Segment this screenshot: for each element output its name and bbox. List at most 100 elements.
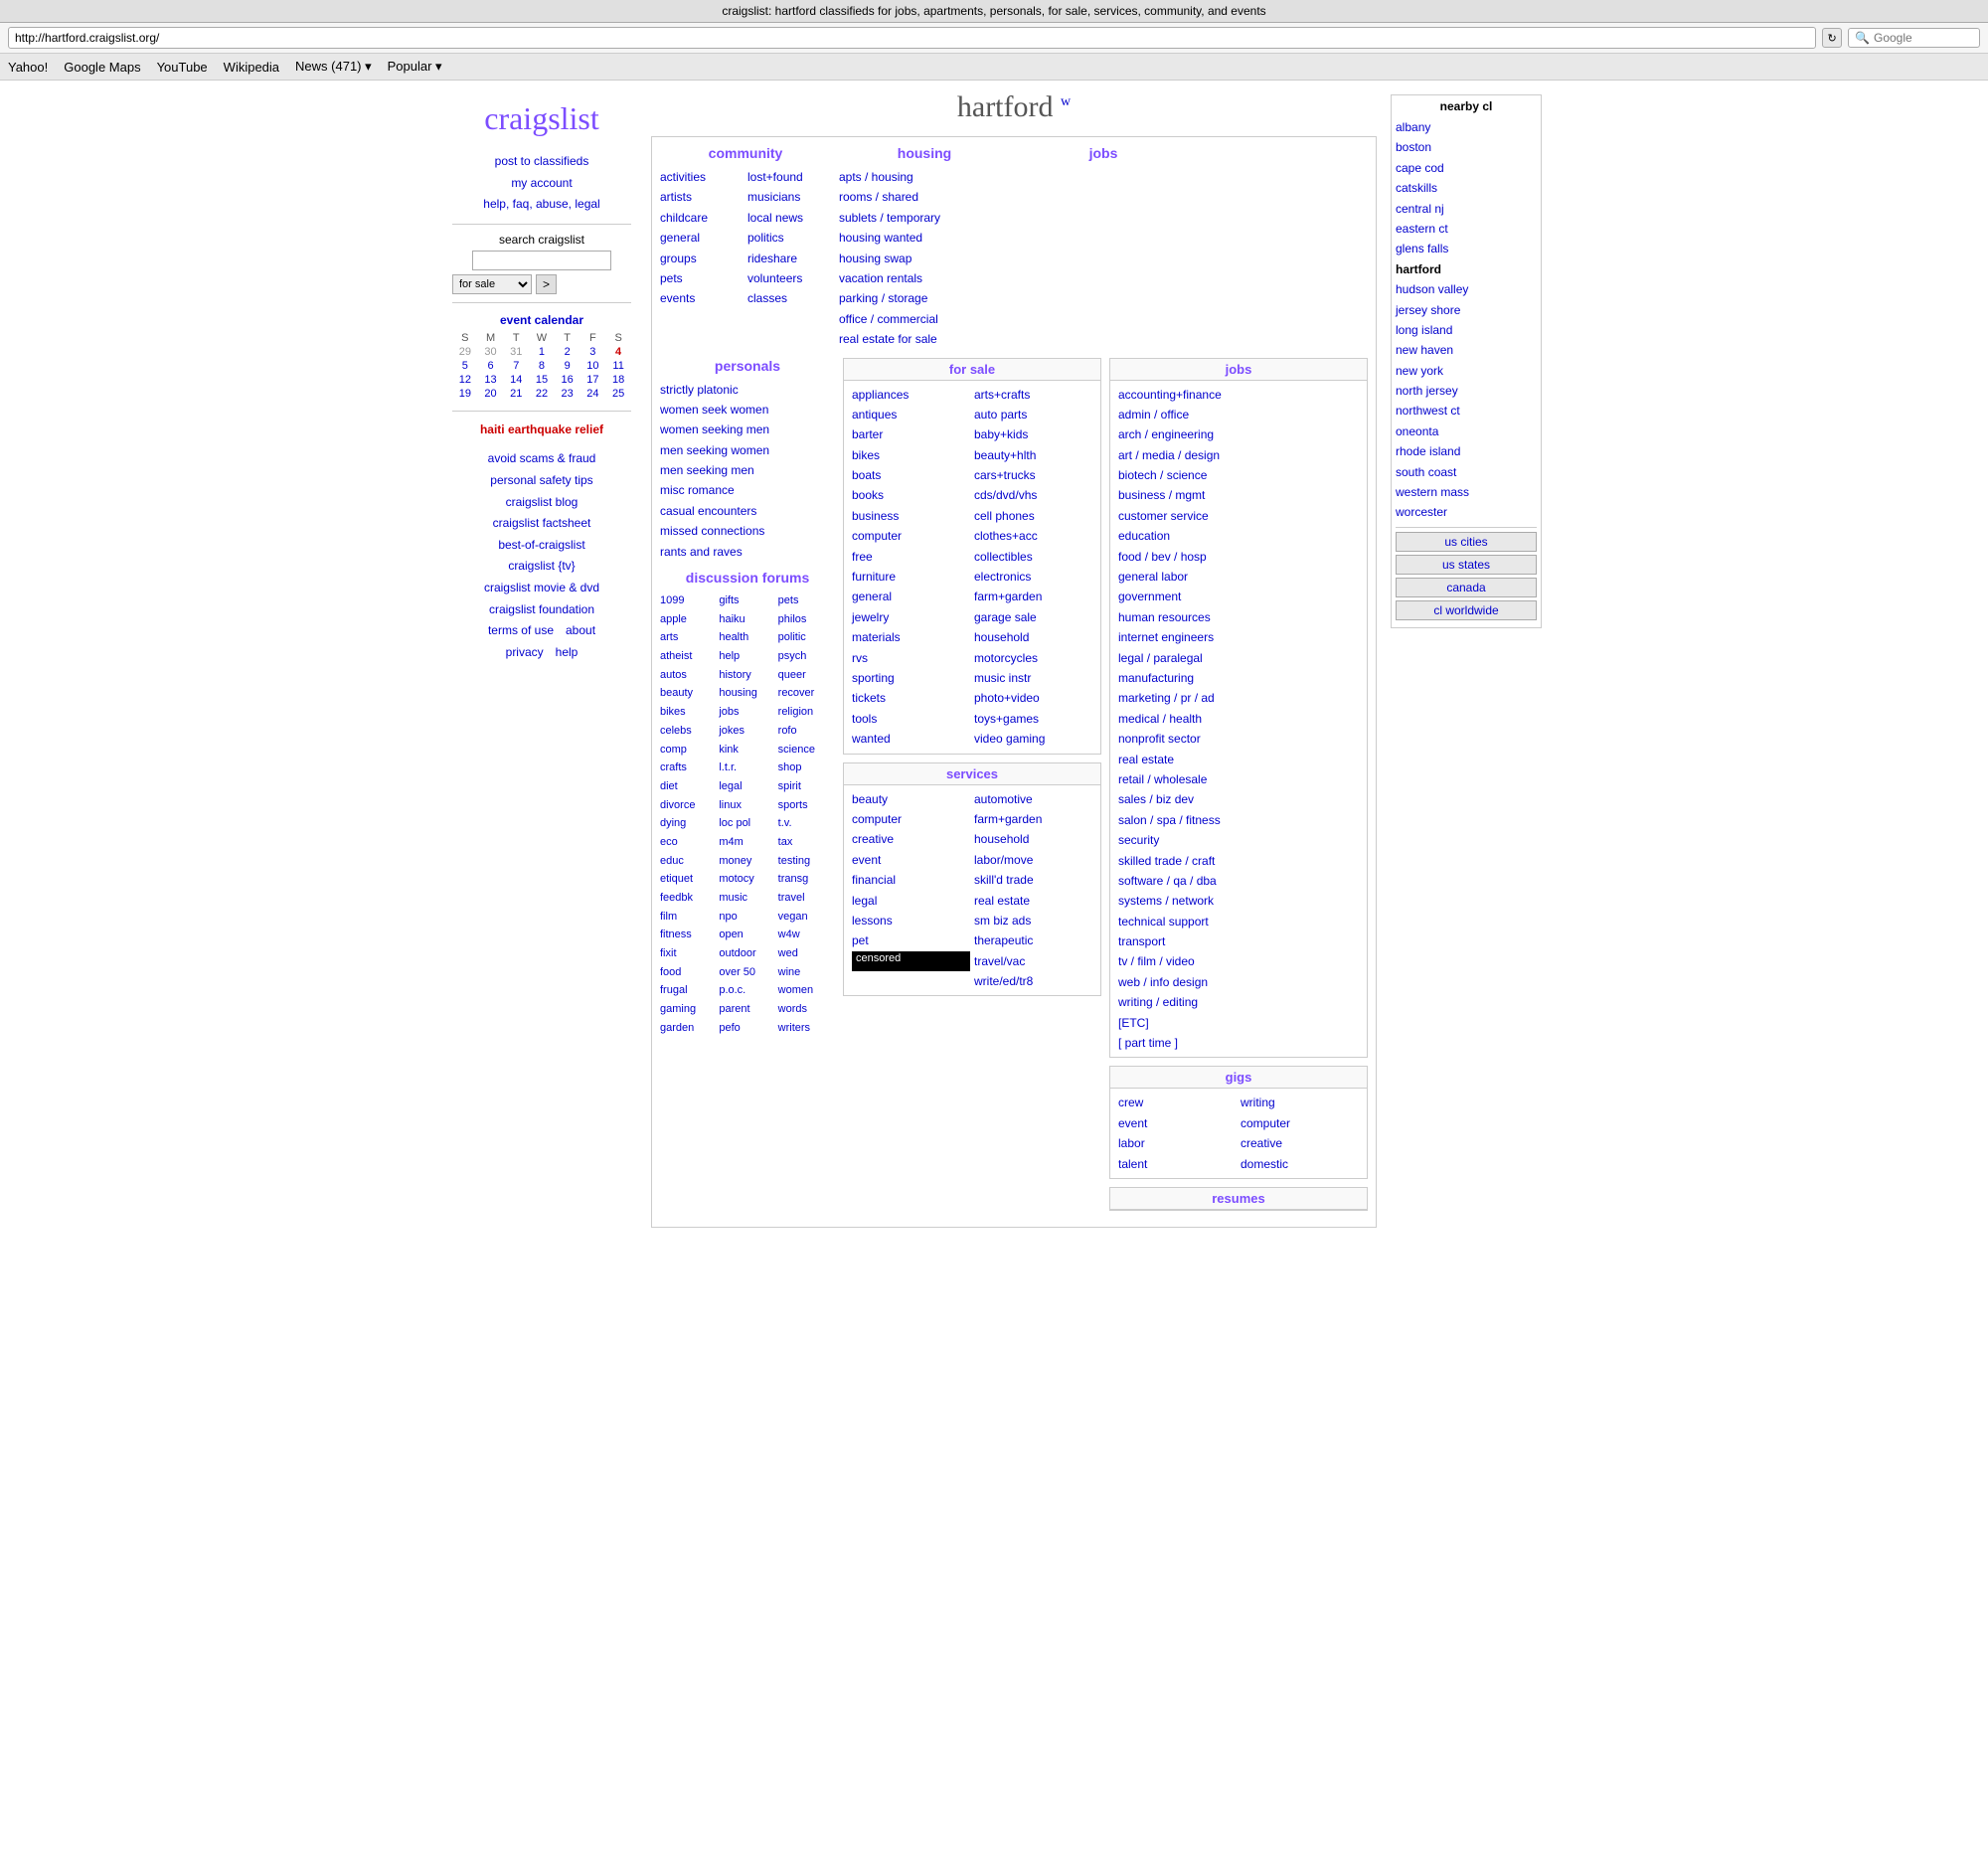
services-link[interactable]: computer <box>852 809 970 829</box>
jobs-link[interactable]: internet engineers <box>1118 627 1359 647</box>
jobs-link[interactable]: education <box>1118 526 1359 546</box>
services-link[interactable]: pet <box>852 930 970 950</box>
forum-link[interactable]: outdoor <box>719 944 775 963</box>
forsale-link[interactable]: household <box>974 627 1092 647</box>
gigs-link[interactable]: labor <box>1118 1133 1237 1153</box>
forum-link[interactable]: gifts <box>719 592 775 610</box>
personals-link[interactable]: strictly platonic <box>660 380 835 400</box>
sidebar-extra-link[interactable]: personal safety tips <box>452 470 631 492</box>
forsale-link[interactable]: boats <box>852 465 970 485</box>
jobs-link[interactable]: web / info design <box>1118 972 1359 992</box>
forsale-link[interactable]: electronics <box>974 567 1092 587</box>
jobs-link[interactable]: marketing / pr / ad <box>1118 688 1359 708</box>
forum-link[interactable]: celebs <box>660 722 717 741</box>
nearby-city-link[interactable]: new york <box>1396 361 1537 381</box>
jobs-link[interactable]: customer service <box>1118 506 1359 526</box>
forum-link[interactable]: atheist <box>660 647 717 666</box>
forum-link[interactable]: spirit <box>778 777 835 796</box>
calendar-day[interactable]: 31 <box>503 345 529 359</box>
sidebar-extra-link[interactable]: craigslist foundation <box>452 599 631 621</box>
nearby-scope-btn[interactable]: cl worldwide <box>1396 600 1537 620</box>
forum-link[interactable]: linux <box>719 796 775 815</box>
forum-link[interactable]: parent <box>719 1000 775 1019</box>
nearby-city-link[interactable]: central nj <box>1396 199 1537 219</box>
forum-link[interactable]: bikes <box>660 703 717 722</box>
forum-link[interactable]: pets <box>778 592 835 610</box>
sidebar-extra-link[interactable]: craigslist blog <box>452 492 631 514</box>
forum-link[interactable]: philos <box>778 610 835 629</box>
forum-link[interactable]: loc pol <box>719 814 775 833</box>
forum-link[interactable]: fixit <box>660 944 717 963</box>
forum-link[interactable]: housing <box>719 684 775 703</box>
forum-link[interactable]: recover <box>778 684 835 703</box>
forum-link[interactable]: tax <box>778 833 835 852</box>
forum-link[interactable]: psych <box>778 647 835 666</box>
jobs-link[interactable]: general labor <box>1118 567 1359 587</box>
calendar-day[interactable]: 5 <box>452 359 478 373</box>
calendar-day[interactable]: 11 <box>605 359 631 373</box>
hartford-w-link[interactable]: w <box>1061 94 1071 109</box>
nearby-scope-btn[interactable]: us cities <box>1396 532 1537 552</box>
services-link[interactable]: labor/move <box>974 850 1092 870</box>
sidebar-extra-link[interactable]: craigslist {tv} <box>452 556 631 578</box>
community-link[interactable]: rideshare <box>747 249 831 268</box>
forsale-link[interactable]: tools <box>852 709 970 729</box>
forum-link[interactable]: haiku <box>719 610 775 629</box>
community-link[interactable]: pets <box>660 268 744 288</box>
forum-link[interactable]: t.v. <box>778 814 835 833</box>
services-link[interactable]: therapeutic <box>974 930 1092 950</box>
forum-link[interactable]: history <box>719 666 775 685</box>
forum-link[interactable]: jobs <box>719 703 775 722</box>
nearby-city-link[interactable]: long island <box>1396 320 1537 340</box>
sidebar-bottom-link[interactable]: terms of use <box>488 620 554 642</box>
nearby-scope-btn[interactable]: us states <box>1396 555 1537 575</box>
jobs-link[interactable]: salon / spa / fitness <box>1118 810 1359 830</box>
sidebar-help[interactable]: help, faq, abuse, legal <box>452 194 631 216</box>
forsale-link[interactable]: books <box>852 485 970 505</box>
nearby-city-link[interactable]: south coast <box>1396 462 1537 482</box>
housing-link[interactable]: housing wanted <box>839 228 1010 248</box>
forsale-link[interactable]: appliances <box>852 385 970 405</box>
forum-link[interactable]: m4m <box>719 833 775 852</box>
forum-link[interactable]: dying <box>660 814 717 833</box>
forum-link[interactable]: comp <box>660 741 717 760</box>
calendar-day[interactable]: 14 <box>503 373 529 387</box>
calendar-day[interactable]: 19 <box>452 387 478 401</box>
calendar-day[interactable]: 7 <box>503 359 529 373</box>
nav-yahoo[interactable]: Yahoo! <box>8 60 48 75</box>
forsale-link[interactable]: rvs <box>852 648 970 668</box>
sidebar-bottom-link[interactable]: help <box>556 642 579 664</box>
nav-google-maps[interactable]: Google Maps <box>64 60 140 75</box>
personals-link[interactable]: rants and raves <box>660 542 835 562</box>
sidebar-bottom-link[interactable]: about <box>566 620 595 642</box>
nearby-city-link[interactable]: hartford <box>1396 259 1537 279</box>
calendar-day[interactable]: 8 <box>529 359 555 373</box>
housing-link[interactable]: sublets / temporary <box>839 208 1010 228</box>
forsale-link[interactable]: video gaming <box>974 729 1092 749</box>
jobs-link[interactable]: admin / office <box>1118 405 1359 424</box>
forsale-link[interactable]: tickets <box>852 688 970 708</box>
sidebar-extra-link[interactable]: craigslist factsheet <box>452 513 631 535</box>
services-link[interactable]: write/ed/tr8 <box>974 971 1092 991</box>
personals-link[interactable]: women seek women <box>660 400 835 420</box>
jobs-link[interactable]: skilled trade / craft <box>1118 851 1359 871</box>
jobs-link[interactable]: sales / biz dev <box>1118 789 1359 809</box>
nearby-city-link[interactable]: worcester <box>1396 502 1537 522</box>
services-link[interactable]: farm+garden <box>974 809 1092 829</box>
forum-link[interactable]: fitness <box>660 926 717 944</box>
community-link[interactable]: musicians <box>747 187 831 207</box>
jobs-link[interactable]: business / mgmt <box>1118 485 1359 505</box>
haiti-link[interactable]: haiti earthquake relief <box>452 420 631 441</box>
gigs-link[interactable]: event <box>1118 1113 1237 1133</box>
housing-link[interactable]: real estate for sale <box>839 329 1010 349</box>
forsale-link[interactable]: furniture <box>852 567 970 587</box>
nav-wikipedia[interactable]: Wikipedia <box>224 60 279 75</box>
browser-search-input[interactable] <box>1874 31 1973 45</box>
forsale-link[interactable]: business <box>852 506 970 526</box>
forum-link[interactable]: feedbk <box>660 889 717 908</box>
nav-youtube[interactable]: YouTube <box>157 60 208 75</box>
search-input[interactable] <box>472 251 611 270</box>
forsale-link[interactable]: collectibles <box>974 547 1092 567</box>
jobs-link[interactable]: medical / health <box>1118 709 1359 729</box>
forum-link[interactable]: shop <box>778 759 835 777</box>
